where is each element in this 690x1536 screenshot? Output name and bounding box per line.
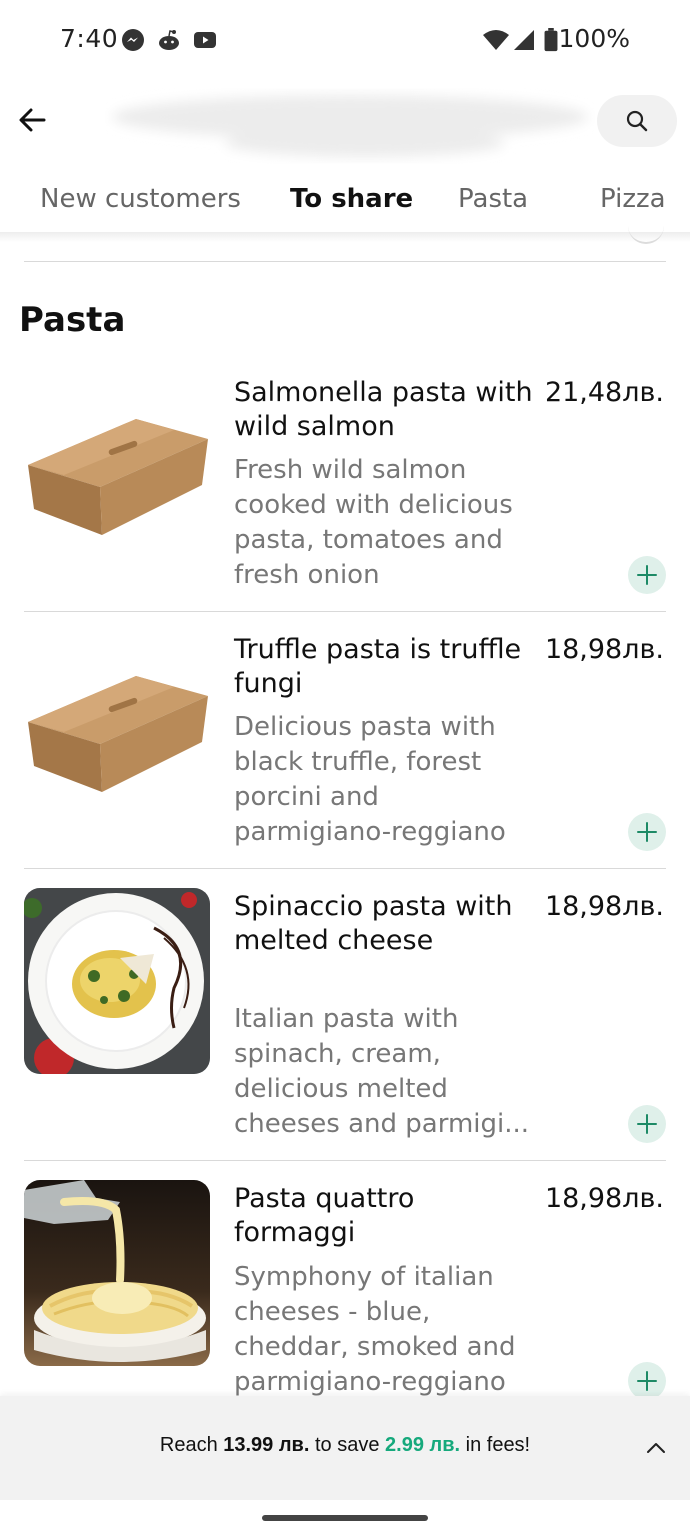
- section-title: Pasta: [19, 300, 126, 340]
- item-image-takeaway-box: [24, 385, 210, 571]
- item-description-line: delicious melted: [234, 1074, 448, 1104]
- banner-prefix: Reach: [159, 1434, 224, 1456]
- item-price: 18,98лв.: [544, 891, 664, 922]
- item-image-spinach-pasta: [24, 888, 210, 1074]
- banner-suffix: in fees!: [460, 1434, 531, 1456]
- add-item-button[interactable]: [628, 813, 666, 851]
- reddit-icon: [159, 30, 179, 50]
- item-price: 21,48лв.: [544, 377, 664, 408]
- home-indicator[interactable]: [262, 1515, 428, 1521]
- item-name: Pasta quattro formaggi: [234, 1183, 415, 1248]
- delivery-fee-banner[interactable]: Reach 13.99 лв. to save 2.99 лв. in fees…: [0, 1396, 690, 1500]
- arrow-left-icon: [19, 108, 46, 132]
- battery-percentage: 100%: [558, 24, 630, 53]
- banner-text: Reach 13.99 лв. to save 2.99 лв. in fees…: [0, 1434, 690, 1457]
- divider: [24, 261, 666, 262]
- tab-pasta[interactable]: Pasta: [458, 184, 528, 214]
- add-item-button[interactable]: [628, 1362, 666, 1400]
- item-name: Spinaccio pasta with melted cheese: [234, 891, 513, 956]
- plus-icon: [637, 1371, 657, 1391]
- item-description-line: spinach, cream,: [234, 1039, 441, 1069]
- restaurant-title-blurred: [112, 95, 588, 157]
- item-name: Truffle pasta is truffle fungi: [234, 634, 522, 699]
- back-button[interactable]: [12, 100, 52, 140]
- item-image-takeaway-box: [24, 642, 210, 828]
- item-name: Salmonella pasta with wild salmon: [234, 377, 533, 442]
- divider: [24, 1160, 666, 1161]
- banner-middle: to save: [309, 1434, 386, 1456]
- tabs-shadow: [0, 232, 690, 242]
- item-description: Italian pasta with spinach, cream, delic…: [234, 1002, 530, 1142]
- chevron-up-icon[interactable]: [644, 1436, 668, 1460]
- item-description-line: cheeses and parmigi...: [234, 1109, 530, 1139]
- plus-icon: [637, 1114, 657, 1134]
- tab-to-share[interactable]: To share: [290, 184, 413, 214]
- item-image-cheese-sauce-pasta: [24, 1180, 210, 1366]
- item-description: Fresh wild salmon cooked with delicious …: [234, 455, 513, 590]
- search-button[interactable]: [597, 95, 677, 147]
- battery-icon: [544, 28, 558, 52]
- add-item-button[interactable]: [628, 1105, 666, 1143]
- item-description-line: Italian pasta with: [234, 1004, 459, 1034]
- messenger-icon: [122, 29, 144, 51]
- search-icon: [626, 110, 648, 132]
- divider: [24, 611, 666, 612]
- divider: [24, 868, 666, 869]
- banner-amount: 13.99 лв.: [223, 1434, 310, 1456]
- item-price: 18,98лв.: [544, 634, 664, 665]
- plus-icon: [637, 565, 657, 585]
- category-tabs: New customers To share Pasta Pizza: [0, 170, 690, 240]
- signal-icon: [514, 30, 534, 50]
- item-description: Delicious pasta with black truffle, fore…: [234, 712, 506, 847]
- add-item-button[interactable]: [628, 556, 666, 594]
- banner-savings: 2.99 лв.: [385, 1434, 461, 1456]
- wifi-icon: [483, 30, 509, 50]
- plus-icon: [637, 822, 657, 842]
- item-price: 18,98лв.: [544, 1183, 664, 1214]
- item-description: Symphony of italian cheeses - blue, ched…: [234, 1262, 516, 1397]
- tab-pizza[interactable]: Pizza: [600, 184, 666, 214]
- tab-new-customers[interactable]: New customers: [40, 184, 241, 214]
- status-time: 7:40: [60, 24, 119, 53]
- status-bar: 7:40 100%: [0, 0, 690, 80]
- youtube-icon: [194, 32, 216, 48]
